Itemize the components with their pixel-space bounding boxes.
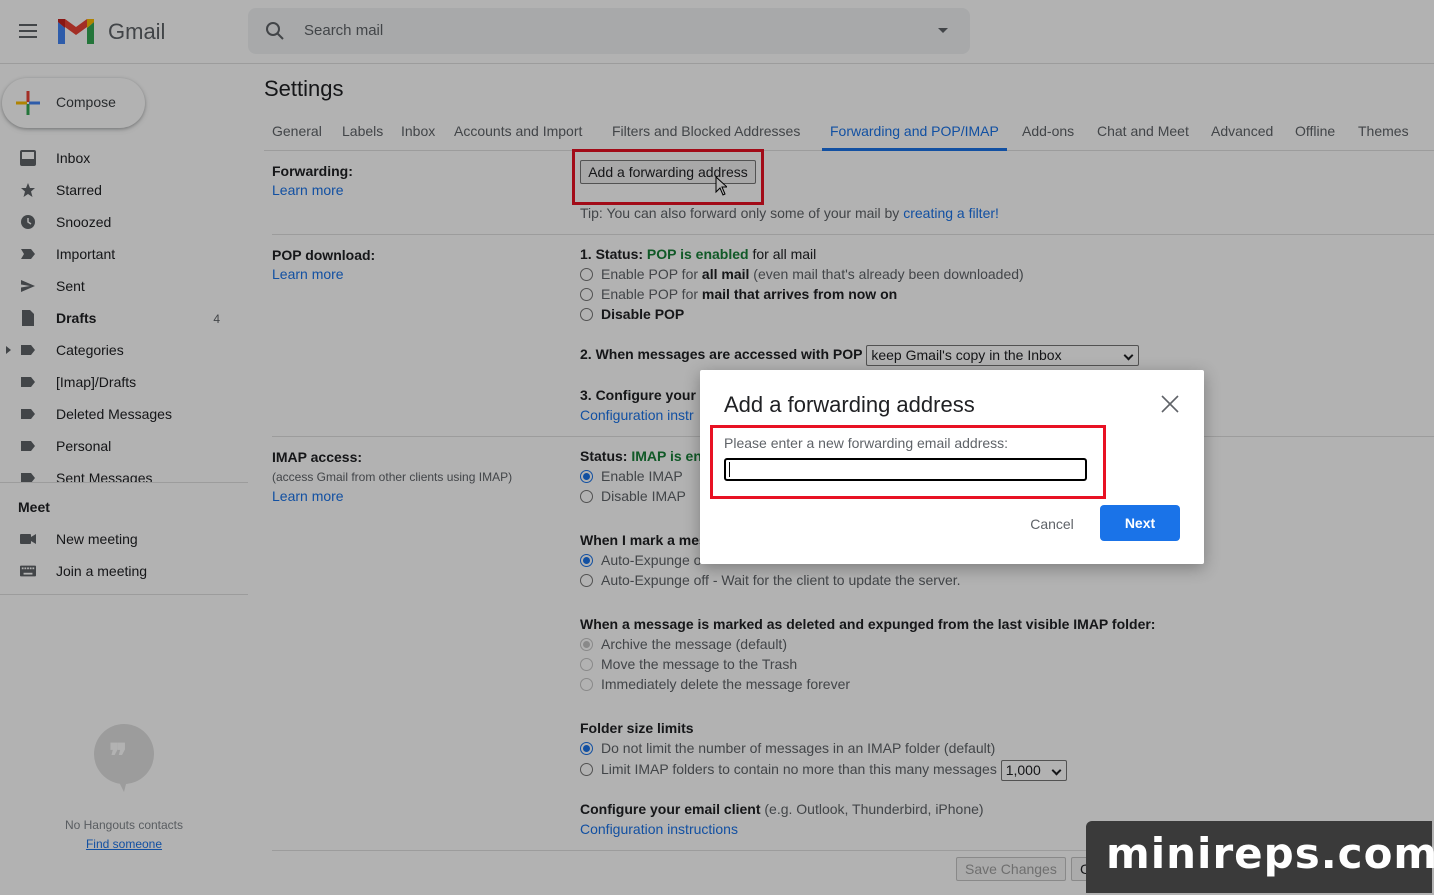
cancel-button[interactable]: Cancel bbox=[1018, 506, 1086, 542]
dialog-prompt: Please enter a new forwarding email addr… bbox=[724, 435, 1009, 451]
add-forwarding-dialog: Add a forwarding address Please enter a … bbox=[700, 370, 1204, 564]
dialog-title: Add a forwarding address bbox=[724, 392, 975, 417]
watermark: minireps.com bbox=[1086, 821, 1434, 893]
text-cursor bbox=[729, 462, 730, 477]
forwarding-email-field[interactable] bbox=[724, 458, 1087, 481]
watermark-text: minireps.com bbox=[1106, 829, 1434, 878]
close-icon[interactable] bbox=[1159, 393, 1181, 415]
next-button[interactable]: Next bbox=[1100, 505, 1180, 541]
